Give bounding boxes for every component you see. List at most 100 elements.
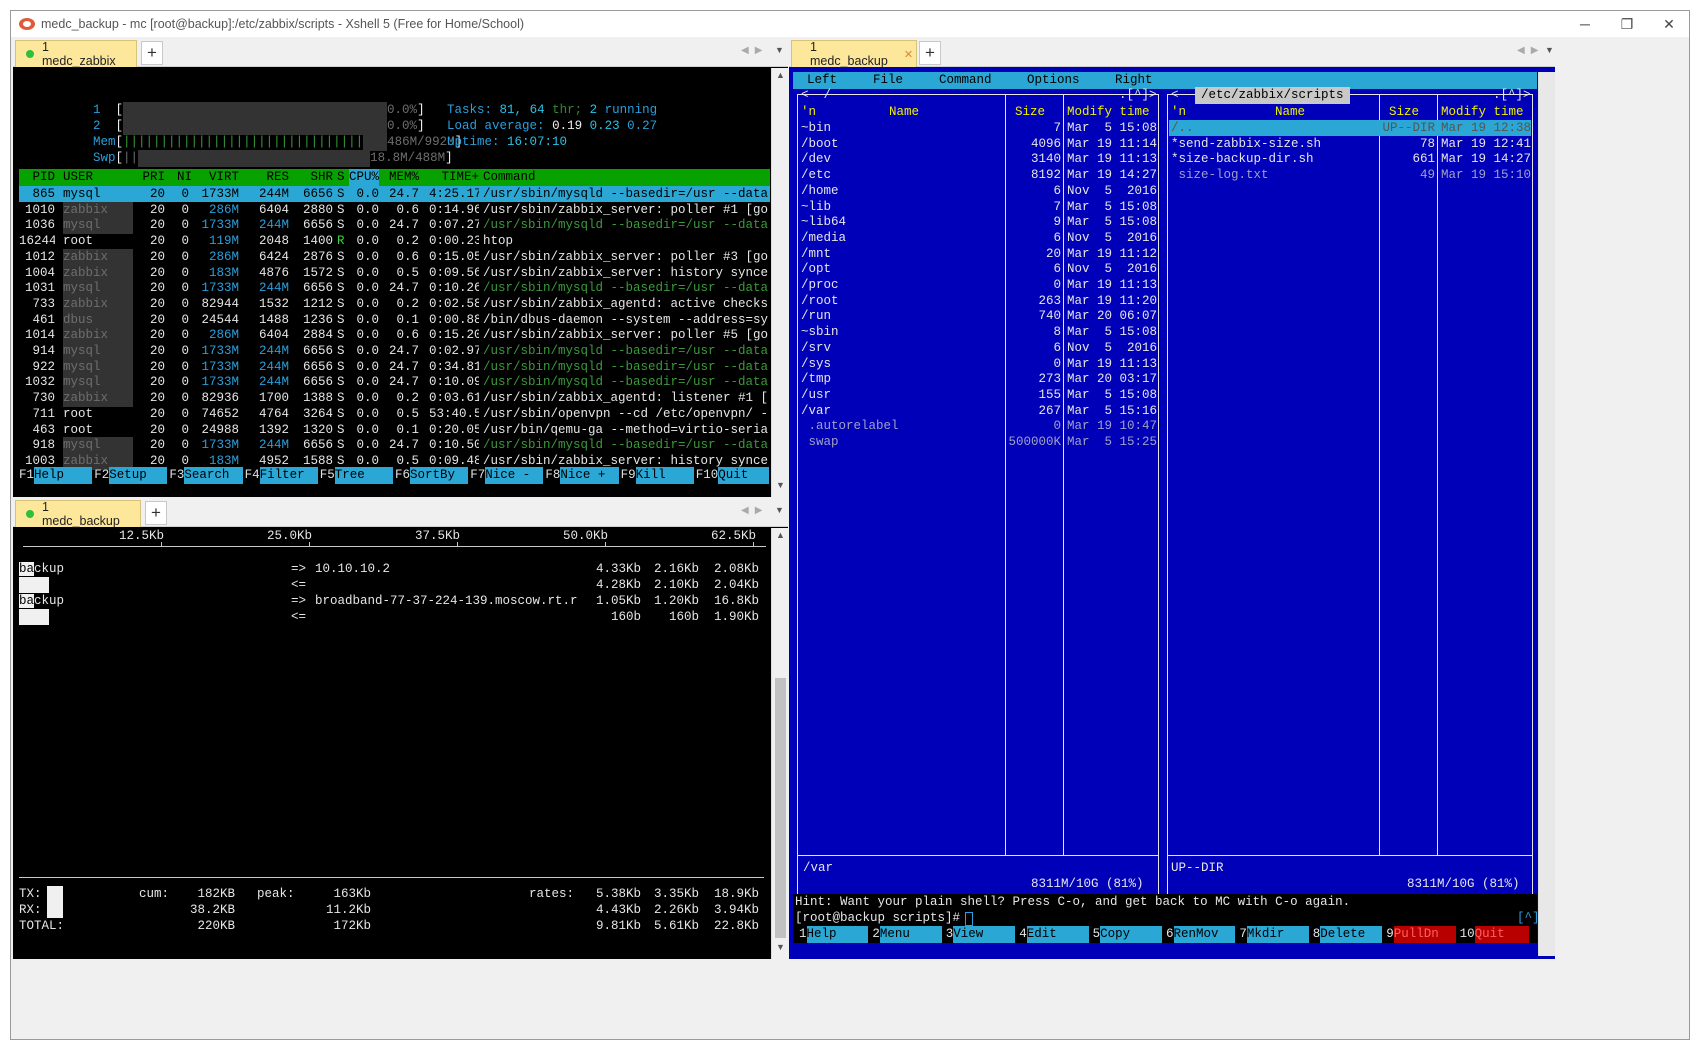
- column-header-command[interactable]: Command: [483, 169, 770, 186]
- mc-fkey-6[interactable]: 6: [1166, 926, 1174, 943]
- process-row[interactable]: 463 root 20 0 24988 1392 1320 S 0.0 0.1 0:20.05/us…: [19, 422, 770, 438]
- file-row[interactable]: /root 263 Mar 19 11:20: [799, 293, 1157, 309]
- scroll-up-icon[interactable]: ▲: [772, 530, 789, 540]
- fkey-label[interactable]: Help: [34, 467, 93, 484]
- mc-fkey-7[interactable]: 7: [1239, 926, 1247, 943]
- file-row[interactable]: /dev 3140 Mar 19 11:13: [799, 151, 1157, 167]
- file-row[interactable]: /etc 8192 Mar 19 14:27: [799, 167, 1157, 183]
- mc-fkey-3[interactable]: 3: [946, 926, 954, 943]
- mc-fkey-label[interactable]: Copy: [1100, 926, 1162, 943]
- fkey-f5[interactable]: F5: [320, 467, 335, 484]
- header-name[interactable]: Name: [1275, 104, 1305, 121]
- tab-medc-backup[interactable]: 1 medc_backup: [15, 500, 141, 528]
- tab-scroll-arrows-icon[interactable]: ◀▶: [741, 505, 768, 516]
- fkey-f9[interactable]: F9: [621, 467, 636, 484]
- tab-list-dropdown-icon[interactable]: ▼: [1545, 45, 1554, 55]
- column-header-pri[interactable]: PRI: [141, 169, 165, 186]
- column-header-mem[interactable]: MEM%: [385, 169, 419, 186]
- file-row[interactable]: ~bin 7 Mar 5 15:08: [799, 120, 1157, 136]
- column-header-s[interactable]: S: [337, 169, 347, 186]
- flow-peer[interactable]: 10.10.10.2: [315, 561, 390, 578]
- file-row[interactable]: .autorelabel 0 Mar 19 10:47: [799, 418, 1158, 434]
- process-row[interactable]: 1010 zabbix 20 0 286M 6404 2880 S 0.0 0.6 0:14.96 /…: [19, 201, 770, 219]
- tab-medc-zabbix[interactable]: 1 medc_zabbix: [15, 40, 137, 68]
- flow-host[interactable]: backup: [19, 593, 64, 610]
- mc-fkey-label[interactable]: View: [953, 926, 1016, 943]
- file-row[interactable]: /.. UP--DIR Mar 19 12:38: [1169, 120, 1531, 136]
- shell-cursor-input[interactable]: [965, 912, 973, 926]
- fkey-f2[interactable]: F2: [94, 467, 109, 484]
- close-button[interactable]: ✕: [1647, 13, 1691, 35]
- file-row[interactable]: ~lib64 9 Mar 5 15:08: [799, 214, 1157, 230]
- file-row[interactable]: /opt 6 Nov 5 2016: [799, 261, 1157, 277]
- file-row[interactable]: *send-zabbix-size.sh 78 Mar 19 12:41: [1169, 136, 1531, 152]
- mc-fkey-1[interactable]: 1: [799, 926, 807, 943]
- mc-menu-command[interactable]: Command: [939, 72, 992, 89]
- mc-fkey-8[interactable]: 8: [1313, 926, 1321, 943]
- mc-fkey-label[interactable]: Help: [806, 926, 869, 943]
- column-header-user[interactable]: USER: [63, 169, 133, 186]
- file-row[interactable]: swap 500000K Mar 5 15:25: [799, 434, 1158, 450]
- header-modify-time[interactable]: Modify time: [1067, 104, 1150, 121]
- fkey-label[interactable]: Filter: [259, 467, 318, 484]
- column-header-res[interactable]: RES: [249, 169, 289, 186]
- iftop-scrollbar[interactable]: ▲ ▼: [771, 528, 788, 959]
- fkey-label[interactable]: Quit: [718, 467, 769, 484]
- htop-scrollbar[interactable]: ▲ ▼: [771, 68, 788, 497]
- mc-fkey-2[interactable]: 2: [872, 926, 880, 943]
- file-row[interactable]: /media 6 Nov 5 2016: [799, 230, 1157, 246]
- right-panel-corner[interactable]: .[^]>: [1493, 87, 1531, 104]
- tab-list-dropdown-icon[interactable]: ▼: [775, 505, 784, 515]
- file-row[interactable]: size-log.txt 49 Mar 19 15:10: [1169, 167, 1532, 183]
- mc-fkey-label[interactable]: Mkdir: [1246, 926, 1309, 943]
- header-modify-time[interactable]: Modify time: [1441, 104, 1524, 121]
- header-size[interactable]: Size: [1015, 104, 1045, 121]
- process-row[interactable]: 865 mysql 20 0 1733M 244M 6656 S 0.0 24.7 4:25.17 /…: [19, 186, 770, 202]
- column-header-ni[interactable]: NI: [177, 169, 192, 186]
- file-row[interactable]: /usr 155 Mar 5 15:08: [799, 387, 1157, 403]
- tab-medc-backup-mc[interactable]: 1 medc_backup ✕: [791, 40, 917, 68]
- fkey-f7[interactable]: F7: [470, 467, 485, 484]
- add-tab-button[interactable]: +: [145, 501, 167, 525]
- scroll-down-icon[interactable]: ▼: [772, 942, 789, 952]
- header-name[interactable]: Name: [889, 104, 919, 121]
- mc-fkey-label[interactable]: Quit: [1474, 926, 1529, 943]
- fkey-label[interactable]: SortBy: [410, 467, 469, 484]
- fkey-label[interactable]: Kill: [635, 467, 694, 484]
- fkey-f3[interactable]: F3: [169, 467, 184, 484]
- column-header-time[interactable]: TIME+: [429, 169, 479, 186]
- tab-close-icon[interactable]: ✕: [904, 48, 913, 61]
- column-header-virt[interactable]: VIRT: [195, 169, 239, 186]
- scroll-thumb[interactable]: [775, 678, 786, 938]
- process-row[interactable]: 461 dbus 20 0 24544 1488 1236 S 0.0 0.1 0:00.88/bi…: [19, 311, 770, 329]
- left-panel-corner[interactable]: .[^]>: [1119, 87, 1157, 104]
- process-row[interactable]: 922 mysql 20 0 1733M 244M 6656 S 0.0 24.7 0:34.81 /…: [19, 358, 770, 376]
- minimize-button[interactable]: ─: [1563, 13, 1607, 35]
- mc-fkey-5[interactable]: 5: [1093, 926, 1101, 943]
- restore-button[interactable]: ❐: [1605, 13, 1649, 35]
- fkey-f10[interactable]: F10: [696, 467, 719, 484]
- file-row[interactable]: /srv 6 Nov 5 2016: [799, 340, 1157, 356]
- fkey-label[interactable]: Nice -: [485, 467, 544, 484]
- fkey-f4[interactable]: F4: [245, 467, 260, 484]
- header-sort-indicator[interactable]: 'n: [801, 104, 816, 121]
- flow-host[interactable]: backup: [19, 561, 64, 578]
- file-row[interactable]: /mnt 20 Mar 19 11:12: [799, 246, 1157, 262]
- mc-fkey-label[interactable]: Menu: [879, 926, 942, 943]
- process-table-header[interactable]: PID USER PRI NI VIRT RES SHR S CPU% MEM% TIME+ Comm…: [19, 169, 770, 186]
- mc-terminal[interactable]: Left File Command Options Right <- / .[^]> '…: [793, 72, 1540, 956]
- file-row[interactable]: /home 6 Nov 5 2016: [799, 183, 1157, 199]
- process-row[interactable]: 1014 zabbix 20 0 286M 6404 2884 S 0.0 0.6 0:15.20 /…: [19, 327, 770, 345]
- mc-fkey-10[interactable]: 10: [1460, 926, 1475, 943]
- fkey-label[interactable]: Tree: [334, 467, 393, 484]
- mc-fkey-label[interactable]: Edit: [1026, 926, 1089, 943]
- file-row[interactable]: ~lib 7 Mar 5 15:08: [799, 199, 1157, 215]
- fkey-f6[interactable]: F6: [395, 467, 410, 484]
- file-row[interactable]: /proc 0 Mar 19 11:13: [799, 277, 1157, 293]
- process-row[interactable]: 711 root 20 0 74652 4764 3264 S 0.0 0.5 53:40.54/u…: [19, 406, 770, 422]
- add-tab-button[interactable]: +: [919, 41, 941, 65]
- mc-fkey-9[interactable]: 9: [1386, 926, 1394, 943]
- file-row[interactable]: /run 740 Mar 20 06:07: [799, 308, 1157, 324]
- fkey-label[interactable]: Search: [184, 467, 243, 484]
- file-row[interactable]: /sys 0 Mar 19 11:13: [799, 356, 1157, 372]
